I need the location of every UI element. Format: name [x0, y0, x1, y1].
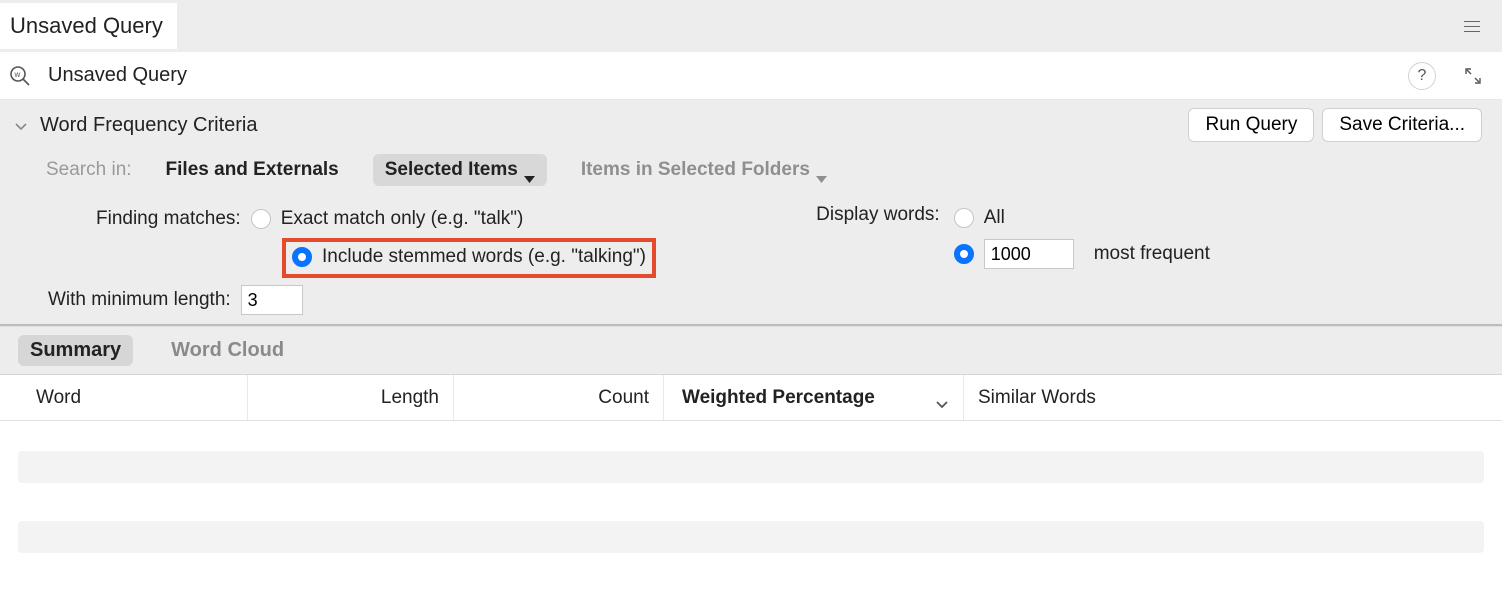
radio-exact-match[interactable] [251, 209, 271, 229]
search-in-label: Search in: [46, 159, 132, 181]
tab-summary[interactable]: Summary [18, 335, 133, 366]
help-button[interactable]: ? [1408, 62, 1436, 90]
sort-descending-icon [935, 393, 949, 403]
display-count-input[interactable] [984, 239, 1074, 269]
dropdown-caret-icon [816, 167, 827, 174]
most-frequent-label: most frequent [1094, 243, 1210, 265]
display-words-label: Display words: [816, 204, 940, 225]
hamburger-icon[interactable] [1458, 15, 1486, 38]
finding-matches-label: Finding matches: [96, 208, 241, 230]
column-header-word[interactable]: Word [0, 375, 248, 420]
tab-word-cloud[interactable]: Word Cloud [159, 335, 296, 366]
column-header-count[interactable]: Count [454, 375, 664, 420]
scope-option-files[interactable]: Files and Externals [166, 159, 339, 181]
svg-text:w: w [14, 70, 21, 79]
column-header-weighted-percentage-label: Weighted Percentage [682, 387, 875, 409]
results-tabs: Summary Word Cloud [0, 326, 1502, 375]
radio-exact-match-label: Exact match only (e.g. "talk") [281, 208, 524, 230]
column-header-weighted-percentage[interactable]: Weighted Percentage [664, 375, 964, 420]
expand-icon[interactable] [1464, 67, 1482, 85]
scope-option-selected-items[interactable]: Selected Items [373, 154, 547, 186]
disclosure-toggle[interactable] [14, 117, 30, 133]
table-row-placeholder [18, 521, 1484, 553]
scope-option-selected-items-label: Selected Items [385, 159, 518, 181]
scope-option-folders-label: Items in Selected Folders [581, 159, 810, 181]
min-length-label: With minimum length: [48, 289, 231, 311]
radio-display-all-label: All [984, 207, 1005, 229]
radio-display-most-frequent[interactable] [954, 244, 974, 264]
column-header-length[interactable]: Length [248, 375, 454, 420]
word-frequency-glyph-icon: w [6, 62, 34, 90]
dropdown-caret-icon [524, 167, 535, 174]
highlighted-option: Include stemmed words (e.g. "talking") [282, 238, 656, 278]
radio-stemmed-words-label: Include stemmed words (e.g. "talking") [322, 246, 646, 268]
scope-option-folders[interactable]: Items in Selected Folders [581, 159, 827, 181]
radio-display-all[interactable] [954, 208, 974, 228]
window-title-tab: Unsaved Query [0, 3, 177, 49]
criteria-title: Word Frequency Criteria [40, 114, 1180, 137]
run-query-button[interactable]: Run Query [1188, 108, 1314, 142]
min-length-input[interactable] [241, 285, 303, 315]
radio-stemmed-words[interactable] [292, 247, 312, 267]
column-header-similar-words[interactable]: Similar Words [964, 375, 1502, 420]
results-table: Word Length Count Weighted Percentage Si… [0, 375, 1502, 610]
header-bar: w Unsaved Query ? [0, 52, 1502, 100]
header-title: Unsaved Query [48, 64, 187, 87]
criteria-panel: Word Frequency Criteria Run Query Save C… [0, 100, 1502, 326]
table-row-placeholder [18, 451, 1484, 483]
save-criteria-button[interactable]: Save Criteria... [1322, 108, 1482, 142]
